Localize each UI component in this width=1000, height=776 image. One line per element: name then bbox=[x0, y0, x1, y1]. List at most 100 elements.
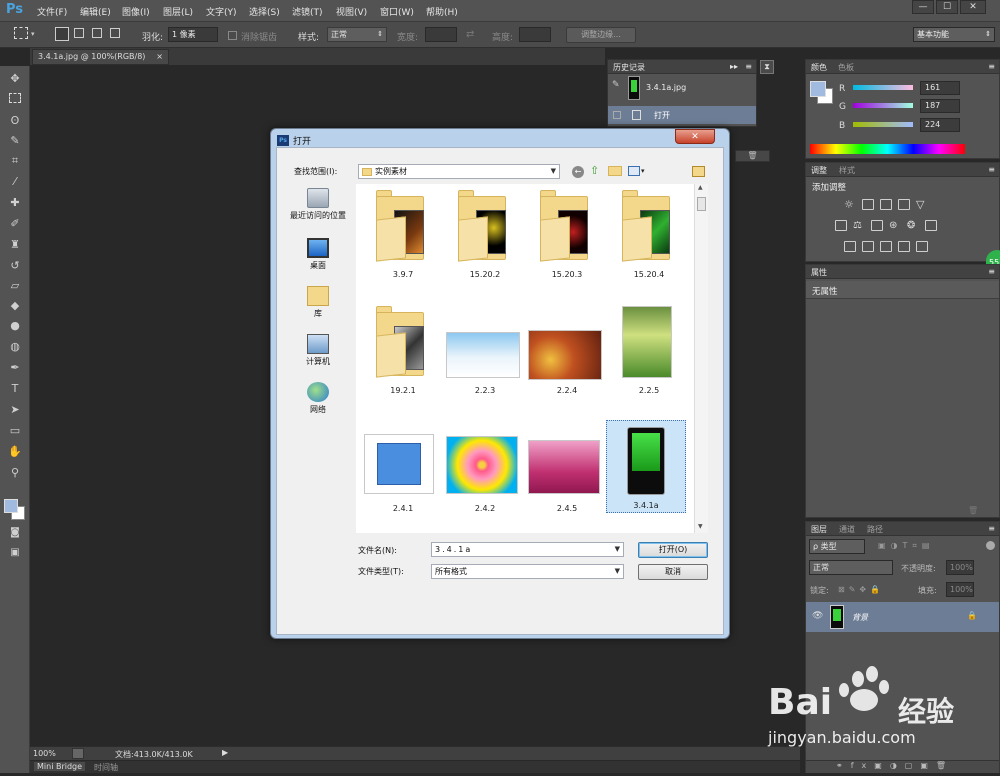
panel-menu-icon[interactable]: ≡ bbox=[745, 62, 752, 71]
tab-color[interactable]: 颜色 bbox=[811, 62, 827, 73]
layer-filter-icons[interactable]: ▣◑T⌗▤ bbox=[878, 541, 935, 551]
posterize-icon[interactable] bbox=[862, 241, 874, 252]
screen-mode-icon[interactable]: ▣ bbox=[5, 544, 25, 562]
file-item-image[interactable]: 2.2.4 bbox=[526, 302, 608, 397]
properties-delete-icon[interactable]: 🗑 bbox=[968, 506, 978, 515]
menu-type[interactable]: 文字(Y) bbox=[206, 5, 237, 18]
menu-help[interactable]: 帮助(H) bbox=[426, 5, 458, 18]
quick-select-tool-icon[interactable]: ✎ bbox=[5, 132, 25, 150]
place-library[interactable]: 库 bbox=[282, 286, 354, 319]
lock-icons[interactable]: ⊠✎✥🔒 bbox=[838, 585, 884, 594]
minimize-button[interactable]: — bbox=[912, 0, 934, 14]
file-item-folder[interactable]: 15.20.3 bbox=[526, 186, 608, 281]
place-desktop[interactable]: 桌面 bbox=[282, 238, 354, 271]
file-item-folder[interactable]: 19.2.1 bbox=[362, 302, 444, 397]
channel-g-slider[interactable] bbox=[853, 103, 913, 108]
scroll-down-icon[interactable]: ▼ bbox=[698, 523, 703, 530]
color-lookup-icon[interactable] bbox=[925, 220, 937, 231]
file-item-folder[interactable]: 15.20.2 bbox=[444, 186, 526, 281]
threshold-icon[interactable] bbox=[880, 241, 892, 252]
file-list-scrollbar[interactable]: ▲ ▼ bbox=[694, 184, 708, 533]
menu-image[interactable]: 图像(I) bbox=[122, 5, 150, 18]
panel-menu-icon[interactable]: ≡ bbox=[988, 62, 995, 71]
delete-history-icon[interactable]: 🗑 bbox=[735, 150, 770, 162]
invert-icon[interactable] bbox=[844, 241, 856, 252]
eyedropper-tool-icon[interactable]: ⁄ bbox=[5, 173, 25, 191]
hue-saturation-icon[interactable] bbox=[835, 220, 847, 231]
vibrance-icon[interactable]: ▽ bbox=[916, 199, 928, 210]
gradient-map-icon[interactable] bbox=[898, 241, 910, 252]
up-folder-icon[interactable]: ⇧ bbox=[590, 164, 599, 177]
collapse-icon[interactable]: ▸▸ bbox=[730, 62, 738, 71]
file-item-folder[interactable]: 15.20.4 bbox=[608, 186, 690, 281]
new-selection-icon[interactable] bbox=[55, 27, 69, 41]
dodge-tool-icon[interactable]: ◍ bbox=[5, 338, 25, 356]
refine-edge-button[interactable]: 调整边缘... bbox=[566, 27, 636, 43]
eraser-tool-icon[interactable]: ▱ bbox=[5, 277, 25, 295]
blur-tool-icon[interactable]: ● bbox=[5, 317, 25, 335]
channel-b-slider[interactable] bbox=[853, 122, 913, 127]
workspace-select[interactable]: 基本功能 ⇕ bbox=[913, 27, 995, 42]
history-panel-icon[interactable]: ⧗ bbox=[760, 60, 774, 74]
preview-folder-icon[interactable] bbox=[692, 166, 705, 177]
tab-swatches[interactable]: 色板 bbox=[838, 62, 854, 73]
move-tool-icon[interactable]: ✥ bbox=[5, 70, 25, 88]
tab-layers[interactable]: 图层 bbox=[811, 524, 827, 535]
photo-filter-icon[interactable]: ⊛ bbox=[889, 220, 901, 231]
brightness-icon[interactable]: ☼ bbox=[844, 199, 856, 210]
marquee-tool-icon[interactable] bbox=[14, 27, 28, 39]
style-select[interactable]: 正常 ⇕ bbox=[327, 27, 387, 42]
filetype-select[interactable]: 所有格式 ▼ bbox=[431, 564, 624, 579]
file-item-image[interactable]: 2.4.5 bbox=[526, 420, 608, 515]
tab-timeline[interactable]: 时间轴 bbox=[94, 762, 118, 773]
tab-properties[interactable]: 属性 bbox=[811, 267, 827, 278]
panel-menu-icon[interactable]: ≡ bbox=[988, 267, 995, 276]
zoom-level[interactable]: 100% bbox=[33, 749, 56, 758]
file-item-folder[interactable]: 3.9.7 bbox=[362, 186, 444, 281]
file-item-image[interactable]: 2.4.2 bbox=[444, 420, 526, 515]
look-in-select[interactable]: 实例素材 ▼ bbox=[358, 164, 560, 179]
tab-paths[interactable]: 路径 bbox=[867, 524, 883, 535]
filter-toggle-icon[interactable] bbox=[986, 541, 995, 550]
color-balance-icon[interactable]: ⚖ bbox=[853, 220, 865, 231]
zoom-tool-icon[interactable]: ⚲ bbox=[5, 464, 25, 482]
history-step-row[interactable]: 打开 bbox=[608, 106, 756, 124]
black-white-icon[interactable] bbox=[871, 220, 883, 231]
menu-filter[interactable]: 滤镜(T) bbox=[292, 5, 323, 18]
layer-row-background[interactable]: 👁 背景 🔒 bbox=[806, 602, 999, 632]
close-window-button[interactable]: ✕ bbox=[960, 0, 986, 14]
menu-select[interactable]: 选择(S) bbox=[249, 5, 280, 18]
paint-bucket-tool-icon[interactable]: ◆ bbox=[5, 297, 25, 315]
history-brush-tool-icon[interactable]: ↺ bbox=[5, 257, 25, 275]
dialog-close-button[interactable]: ✕ bbox=[675, 129, 715, 144]
intersect-selection-icon[interactable] bbox=[110, 28, 120, 38]
selective-color-icon[interactable] bbox=[916, 241, 928, 252]
pen-tool-icon[interactable]: ✒ bbox=[5, 359, 25, 377]
opacity-input[interactable]: 100% bbox=[946, 560, 974, 575]
menu-edit[interactable]: 编辑(E) bbox=[80, 5, 111, 18]
close-tab-icon[interactable]: × bbox=[156, 50, 163, 64]
file-item-image[interactable]: 2.4.1 bbox=[362, 420, 444, 515]
channel-mixer-icon[interactable]: ❂ bbox=[907, 220, 919, 231]
hand-tool-icon[interactable]: ✋ bbox=[5, 443, 25, 461]
curves-icon[interactable] bbox=[880, 199, 892, 210]
fill-input[interactable]: 100% bbox=[946, 582, 974, 597]
place-recent[interactable]: 最近访问的位置 bbox=[282, 188, 354, 221]
file-item-image[interactable]: 2.2.3 bbox=[444, 302, 526, 397]
filename-input[interactable]: 3.4.1a ▼ bbox=[431, 542, 624, 557]
tool-preset-chevron-icon[interactable]: ▾ bbox=[31, 30, 35, 38]
swap-dimensions-icon[interactable]: ⇄ bbox=[466, 29, 474, 40]
new-folder-icon[interactable] bbox=[608, 166, 622, 176]
height-input[interactable] bbox=[519, 27, 551, 42]
levels-icon[interactable] bbox=[862, 199, 874, 210]
color-spectrum-bar[interactable] bbox=[810, 144, 965, 154]
tab-adjustments[interactable]: 调整 bbox=[811, 165, 827, 176]
menu-layer[interactable]: 图层(L) bbox=[163, 5, 193, 18]
channel-r-slider[interactable] bbox=[853, 85, 913, 90]
blend-mode-select[interactable]: 正常 bbox=[809, 560, 893, 575]
file-item-image-selected[interactable]: 3.4.1a bbox=[606, 420, 686, 513]
view-menu-chevron-icon[interactable]: ▾ bbox=[641, 167, 645, 175]
width-input[interactable] bbox=[425, 27, 457, 42]
type-tool-icon[interactable]: T bbox=[5, 380, 25, 398]
tab-history[interactable]: 历史记录 bbox=[613, 62, 645, 73]
